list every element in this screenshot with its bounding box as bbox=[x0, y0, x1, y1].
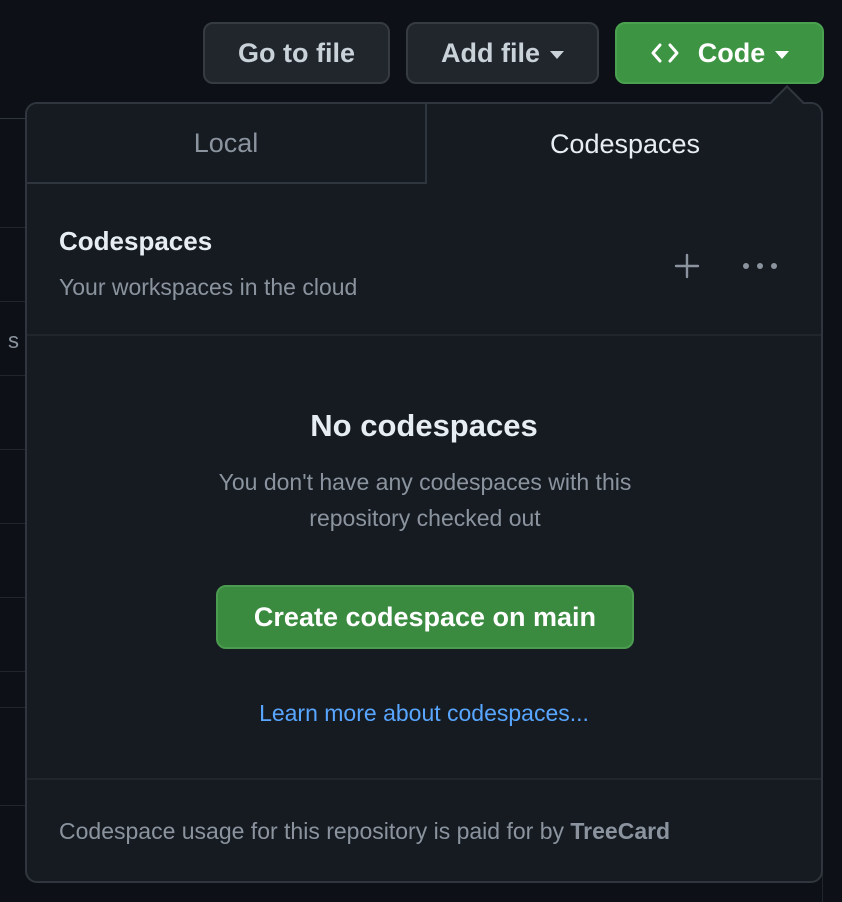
new-codespace-button[interactable] bbox=[667, 246, 707, 286]
repo-page: s Go to file Add file Code Local Codespa… bbox=[0, 0, 842, 902]
add-file-label: Add file bbox=[441, 37, 540, 68]
triangle-down-icon bbox=[550, 51, 564, 59]
tab-codespaces-label: Codespaces bbox=[549, 128, 701, 159]
create-codespace-button[interactable]: Create codespace on main bbox=[216, 585, 634, 649]
learn-more-link[interactable]: Learn more about codespaces... bbox=[27, 700, 821, 727]
code-icon bbox=[650, 42, 680, 64]
go-to-file-label: Go to file bbox=[238, 37, 355, 68]
create-codespace-label: Create codespace on main bbox=[253, 601, 597, 632]
tab-local[interactable]: Local bbox=[27, 104, 427, 184]
billing-footer: Codespace usage for this repository is p… bbox=[59, 818, 670, 845]
add-file-button[interactable]: Add file bbox=[406, 22, 599, 84]
billing-owner: TreeCard bbox=[570, 818, 671, 844]
codespaces-empty-state: No codespaces You don't have any codespa… bbox=[27, 336, 821, 780]
code-dropdown-tabs: Local Codespaces bbox=[27, 104, 821, 184]
file-list-peek-text: s bbox=[8, 328, 19, 353]
empty-state-title: No codespaces bbox=[310, 408, 538, 443]
code-label: Code bbox=[697, 37, 766, 68]
plus-icon bbox=[674, 253, 700, 279]
codespaces-header: Codespaces Your workspaces in the cloud bbox=[27, 184, 821, 336]
empty-state-description: You don't have any codespaces with this … bbox=[218, 469, 632, 531]
triangle-down-icon bbox=[775, 51, 790, 59]
code-button[interactable]: Code bbox=[615, 22, 824, 84]
kebab-horizontal-icon bbox=[743, 263, 777, 269]
codespaces-subtitle: Your workspaces in the cloud bbox=[59, 274, 358, 300]
billing-footer-text: Codespace usage for this repository is p… bbox=[59, 818, 564, 844]
learn-more-label: Learn more about codespaces... bbox=[259, 700, 589, 726]
tab-codespaces[interactable]: Codespaces bbox=[427, 104, 821, 184]
code-dropdown-panel: Local Codespaces Codespaces Your workspa… bbox=[25, 102, 823, 883]
codespaces-title: Codespaces bbox=[59, 226, 213, 256]
tab-local-label: Local bbox=[193, 127, 259, 158]
codespaces-more-button[interactable] bbox=[735, 246, 785, 286]
go-to-file-button[interactable]: Go to file bbox=[203, 22, 390, 84]
